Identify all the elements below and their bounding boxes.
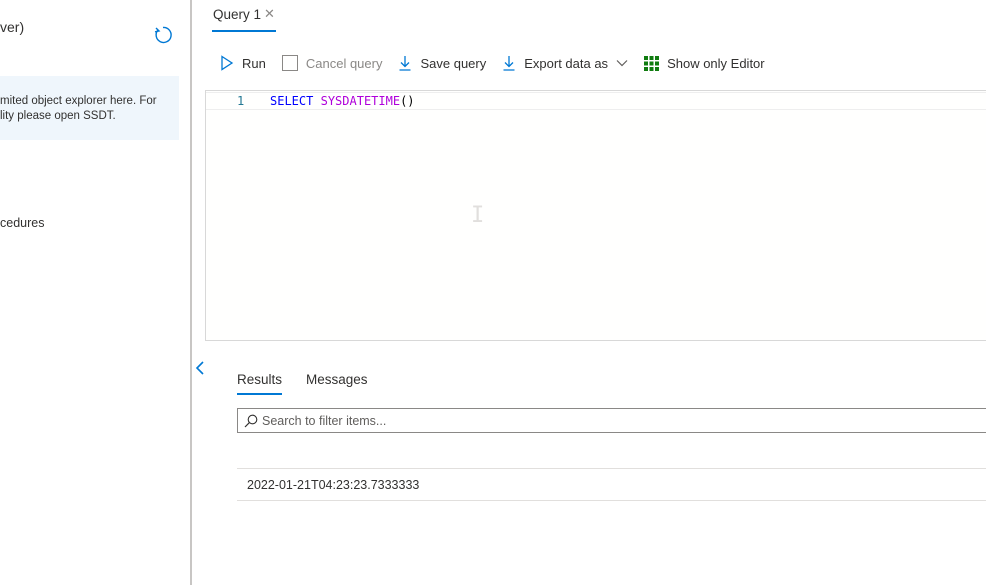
- checkbox-icon: [281, 55, 298, 71]
- table-row[interactable]: 2022-01-21T04:23:23.7333333: [247, 478, 419, 492]
- run-label: Run: [242, 55, 266, 71]
- run-button[interactable]: Run: [220, 55, 266, 71]
- code-line[interactable]: SELECT SYSDATETIME(): [270, 94, 415, 108]
- tab-query-1-label: Query 1: [213, 6, 262, 22]
- query-toolbar: Run Cancel query Save query Export data …: [220, 50, 781, 76]
- server-title: ver): [0, 19, 25, 35]
- play-icon: [221, 55, 234, 71]
- grid-divider: [237, 500, 986, 501]
- cancel-query-button[interactable]: Cancel query: [281, 55, 383, 71]
- show-only-editor-label: Show only Editor: [667, 55, 765, 71]
- save-query-button[interactable]: Save query: [398, 55, 486, 71]
- tab-results[interactable]: Results: [237, 372, 283, 395]
- text-cursor-icon: I: [471, 203, 485, 228]
- sql-keyword: SELECT: [270, 94, 314, 108]
- show-only-editor-button[interactable]: Show only Editor: [644, 55, 765, 71]
- query-editor[interactable]: 1 SELECT SYSDATETIME() I: [205, 90, 986, 341]
- info-message-box: mited object explorer here. For lity ple…: [0, 76, 179, 140]
- info-line-1: mited object explorer here. For: [0, 95, 157, 107]
- search-input[interactable]: [262, 413, 962, 428]
- grid-divider: [237, 468, 986, 469]
- close-icon[interactable]: ✕: [264, 6, 275, 22]
- download-icon: [503, 56, 515, 71]
- export-data-button[interactable]: Export data as: [502, 55, 628, 71]
- active-tab-indicator: [212, 30, 276, 32]
- tab-messages[interactable]: Messages: [306, 372, 368, 395]
- panel-splitter[interactable]: [190, 0, 192, 585]
- chevron-left-icon[interactable]: [194, 360, 206, 376]
- sql-parens: (): [400, 94, 415, 108]
- grid-icon: [644, 55, 660, 71]
- cancel-query-label: Cancel query: [305, 55, 383, 71]
- object-explorer-panel: ver) mited object explorer here. For lit…: [0, 0, 190, 585]
- sql-function: SYSDATETIME: [320, 94, 401, 108]
- download-icon: [399, 56, 411, 71]
- info-line-2: lity please open SSDT.: [0, 110, 116, 122]
- filter-search-box: [237, 408, 986, 433]
- tree-item-stored-procedures[interactable]: cedures: [0, 216, 44, 230]
- line-number: 1: [237, 94, 245, 108]
- export-data-label: Export data as: [524, 55, 609, 71]
- chevron-down-icon: [616, 60, 628, 67]
- search-icon: [244, 414, 258, 427]
- save-query-label: Save query: [420, 55, 487, 71]
- tab-query-1[interactable]: Query 1 ✕: [213, 6, 275, 22]
- refresh-icon[interactable]: [152, 24, 174, 46]
- result-tabs: Results Messages: [237, 372, 392, 395]
